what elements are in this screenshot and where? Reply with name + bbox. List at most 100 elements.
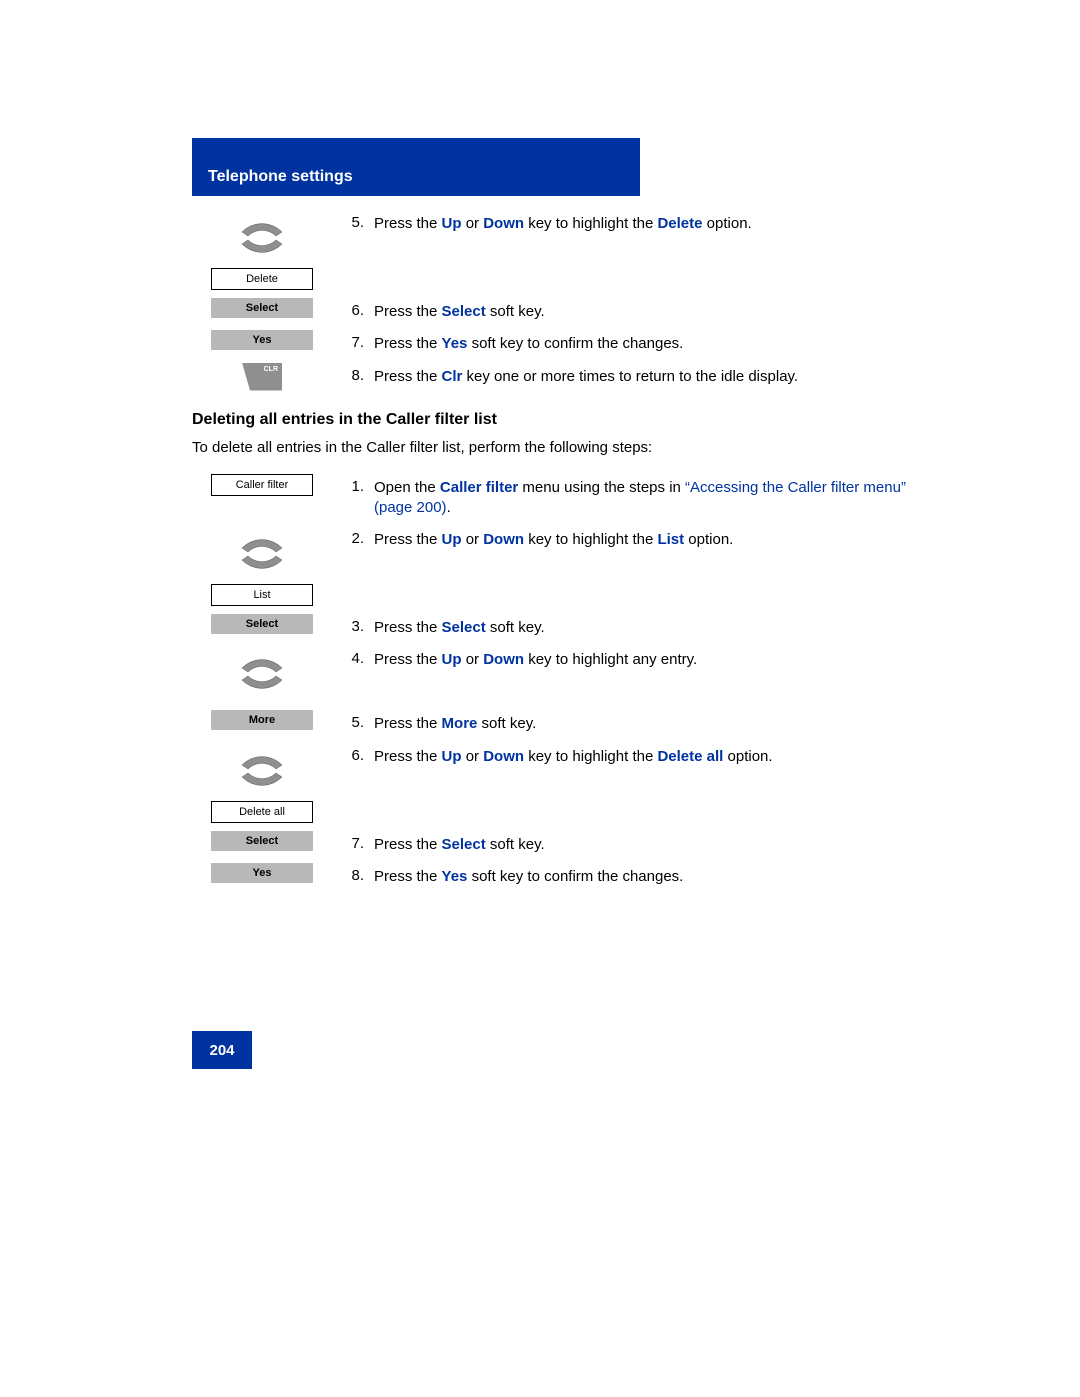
step-number: 4.	[332, 650, 374, 670]
up-down-key-icon	[234, 210, 290, 266]
step-text-fragment: Press the	[374, 619, 442, 636]
text-column: 4.Press the Up or Down key to highlight …	[332, 646, 914, 670]
step-text-fragment: key to highlight any entry.	[524, 651, 697, 668]
instruction-row: Select 3.Press the Select soft key.	[192, 614, 914, 638]
text-column: 5.Press the Up or Down key to highlight …	[332, 210, 914, 234]
step-text-fragment: Press the	[374, 215, 442, 232]
highlight-term: Yes	[442, 335, 468, 352]
icon-column: Select	[192, 614, 332, 634]
page: Telephone settings Delete5.Press the Up …	[0, 0, 1080, 1397]
up-down-key-icon	[234, 646, 290, 702]
text-column: 7.Press the Yes soft key to confirm the …	[332, 330, 914, 354]
text-column: 6.Press the Up or Down key to highlight …	[332, 743, 914, 767]
highlight-term: More	[442, 715, 478, 732]
step-text-fragment: Press the	[374, 868, 442, 885]
header-title: Telephone settings	[208, 168, 353, 186]
step-text-fragment: or	[462, 215, 484, 232]
softkey-label: Select	[211, 298, 313, 318]
step-text-fragment: option.	[723, 748, 772, 765]
icon-column: Select	[192, 831, 332, 851]
step-text: Press the Up or Down key to highlight an…	[374, 650, 914, 670]
softkey-label: Select	[211, 831, 313, 851]
step-text-fragment: option.	[703, 215, 752, 232]
menu-option-box: Delete	[211, 268, 313, 290]
highlight-term: Down	[483, 215, 524, 232]
highlight-term: Delete	[657, 215, 702, 232]
icon-column: CLR	[192, 363, 332, 391]
step-text-fragment: key to highlight the	[524, 531, 657, 548]
icon-column: Delete	[192, 210, 332, 290]
menu-option-box: List	[211, 584, 313, 606]
step-text: Press the Yes soft key to confirm the ch…	[374, 867, 914, 887]
step-text-fragment: option.	[684, 531, 733, 548]
step-text-fragment: Press the	[374, 335, 442, 352]
instruction-row: Select6.Press the Select soft key.	[192, 298, 914, 322]
softkey-label: Yes	[211, 863, 313, 883]
section2-steps: Caller filter1.Open the Caller filter me…	[192, 474, 914, 888]
icon-column: List	[192, 526, 332, 606]
step-number: 7.	[332, 835, 374, 855]
highlight-term: Up	[442, 215, 462, 232]
highlight-term: Select	[442, 836, 486, 853]
content-area: Delete5.Press the Up or Down key to high…	[192, 210, 914, 895]
text-column: 6.Press the Select soft key.	[332, 298, 914, 322]
step-number: 6.	[332, 747, 374, 767]
step-text-fragment: soft key.	[477, 715, 536, 732]
step-text-fragment: .	[447, 499, 451, 516]
step-text-fragment: soft key.	[486, 303, 545, 320]
step-text: Press the Up or Down key to highlight th…	[374, 747, 914, 767]
highlight-term: Yes	[442, 868, 468, 885]
highlight-term: Delete all	[657, 748, 723, 765]
step-text-fragment: Press the	[374, 651, 442, 668]
step-number: 7.	[332, 334, 374, 354]
section2-intro: To delete all entries in the Caller filt…	[192, 437, 914, 458]
step-number: 8.	[332, 867, 374, 887]
step-text: Press the Clr key one or more times to r…	[374, 367, 914, 387]
step-text-fragment: soft key.	[486, 619, 545, 636]
step-text-fragment: key one or more times to return to the i…	[462, 368, 798, 385]
instruction-row: Delete all6.Press the Up or Down key to …	[192, 743, 914, 823]
step-number: 5.	[332, 714, 374, 734]
highlight-term: Select	[442, 619, 486, 636]
instruction-row: List 2.Press the Up or Down key to highli…	[192, 526, 914, 606]
step-text-fragment: Open the	[374, 479, 440, 496]
step-number: 3.	[332, 618, 374, 638]
text-column: 1.Open the Caller filter menu using the …	[332, 474, 914, 519]
text-column: 8.Press the Yes soft key to confirm the …	[332, 863, 914, 887]
step-number: 1.	[332, 478, 374, 519]
step-text: Press the Up or Down key to highlight th…	[374, 214, 914, 234]
highlight-term: Caller filter	[440, 479, 518, 496]
text-column: 8.Press the Clr key one or more times to…	[332, 363, 914, 387]
highlight-term: Down	[483, 748, 524, 765]
highlight-term: Up	[442, 531, 462, 548]
step-text: Press the Yes soft key to confirm the ch…	[374, 334, 914, 354]
icon-column: More	[192, 710, 332, 730]
text-column: 5.Press the More soft key.	[332, 710, 914, 734]
step-text: Press the Up or Down key to highlight th…	[374, 530, 914, 550]
highlight-term: Down	[483, 651, 524, 668]
highlight-term: Clr	[442, 368, 463, 385]
step-text-fragment: menu using the steps in	[518, 479, 685, 496]
step-text: Press the More soft key.	[374, 714, 914, 734]
instruction-row: 4.Press the Up or Down key to highlight …	[192, 646, 914, 702]
step-text: Open the Caller filter menu using the st…	[374, 478, 914, 519]
icon-column: Yes	[192, 863, 332, 883]
menu-option-box: Delete all	[211, 801, 313, 823]
icon-column: Delete all	[192, 743, 332, 823]
softkey-label: More	[211, 710, 313, 730]
step-text-fragment: or	[462, 748, 484, 765]
highlight-term: Select	[442, 303, 486, 320]
softkey-label: Select	[211, 614, 313, 634]
step-number: 6.	[332, 302, 374, 322]
icon-column: Caller filter	[192, 474, 332, 496]
highlight-term: Up	[442, 748, 462, 765]
step-number: 2.	[332, 530, 374, 550]
instruction-row: More5.Press the More soft key.	[192, 710, 914, 734]
step-text: Press the Select soft key.	[374, 302, 914, 322]
instruction-row: Select7.Press the Select soft key.	[192, 831, 914, 855]
menu-option-box: Caller filter	[211, 474, 313, 496]
header-bar: Telephone settings	[192, 138, 640, 196]
instruction-row: Yes7.Press the Yes soft key to confirm t…	[192, 330, 914, 354]
text-column: 2.Press the Up or Down key to highlight …	[332, 526, 914, 550]
up-down-key-icon	[234, 743, 290, 799]
